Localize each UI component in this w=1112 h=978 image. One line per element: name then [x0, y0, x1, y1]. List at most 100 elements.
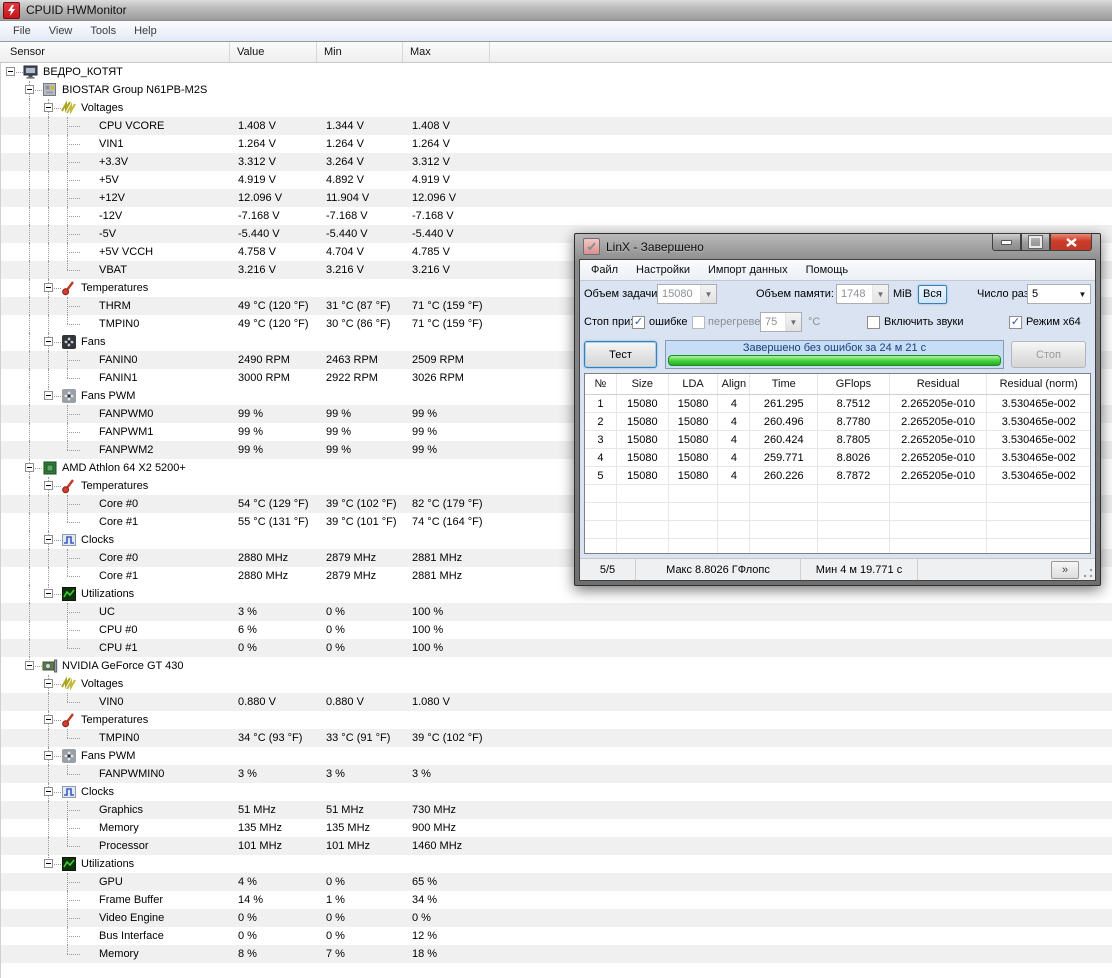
status-expand-button[interactable]: »: [1051, 561, 1079, 579]
close-button[interactable]: [1050, 233, 1092, 251]
stop-on-error-checkbox[interactable]: ✓: [632, 316, 645, 329]
linx-menu-item-файл[interactable]: Файл: [582, 261, 627, 279]
results-empty-row[interactable]: [585, 539, 1090, 554]
tree-guide: [67, 630, 80, 631]
tree-row-node[interactable]: Voltages: [1, 99, 1112, 117]
linx-menu-item-настройки[interactable]: Настройки: [627, 261, 699, 279]
linx-menu-item-импорт-данных[interactable]: Импорт данных: [699, 261, 797, 279]
tree-row-node[interactable]: Clocks: [1, 783, 1112, 801]
maximize-button[interactable]: [1021, 233, 1050, 251]
expand-toggle[interactable]: [44, 787, 53, 796]
results-empty-row[interactable]: [585, 503, 1090, 521]
tree-guide: [67, 558, 80, 559]
expand-toggle[interactable]: [44, 481, 53, 490]
memory-combo[interactable]: 1748▼: [836, 284, 889, 304]
results-cell: 15080: [669, 413, 719, 430]
menu-item-view[interactable]: View: [40, 22, 82, 40]
expand-toggle[interactable]: [44, 859, 53, 868]
problem-size-combo[interactable]: 15080▼: [657, 284, 717, 304]
expand-toggle[interactable]: [6, 67, 15, 76]
results-row[interactable]: 415080150804259.7718.80262.265205e-0103.…: [585, 449, 1090, 467]
tree-row-sensor[interactable]: +5V4.919 V4.892 V4.919 V: [1, 171, 1112, 189]
overheat-temp-combo[interactable]: 75▼: [760, 312, 802, 332]
tree-row-sensor[interactable]: Processor101 MHz101 MHz1460 MHz: [1, 837, 1112, 855]
expand-toggle[interactable]: [25, 463, 34, 472]
tree-guide: [67, 198, 80, 199]
linx-titlebar[interactable]: LinX - Завершено: [579, 234, 1096, 259]
tree-row-sensor[interactable]: TMPIN034 °C (93 °F)33 °C (91 °F)39 °C (1…: [1, 729, 1112, 747]
runs-combo[interactable]: 5▼: [1027, 284, 1091, 304]
results-empty-row[interactable]: [585, 485, 1090, 503]
tree-row-sensor[interactable]: Frame Buffer14 %1 %34 %: [1, 891, 1112, 909]
memory-value: 1748: [841, 288, 872, 300]
tree-row-sensor[interactable]: Video Engine0 %0 %0 %: [1, 909, 1112, 927]
tree-row-node[interactable]: Fans PWM: [1, 747, 1112, 765]
expand-toggle[interactable]: [44, 535, 53, 544]
results-empty-row[interactable]: [585, 521, 1090, 539]
tree-row-sensor[interactable]: CPU #10 %0 %100 %: [1, 639, 1112, 657]
tree-row-sensor[interactable]: UC3 %0 %100 %: [1, 603, 1112, 621]
tree-row-sensor[interactable]: CPU VCORE1.408 V1.344 V1.408 V: [1, 117, 1112, 135]
tree-row-sensor[interactable]: Graphics51 MHz51 MHz730 MHz: [1, 801, 1112, 819]
results-row[interactable]: 315080150804260.4248.78052.265205e-0103.…: [585, 431, 1090, 449]
tree-row-sensor[interactable]: Memory8 %7 %18 %: [1, 945, 1112, 963]
tree-row-sensor[interactable]: VIN00.880 V0.880 V1.080 V: [1, 693, 1112, 711]
sensor-min: 2879 MHz: [326, 567, 376, 585]
tree-row-node[interactable]: Utilizations: [1, 855, 1112, 873]
linx-menu-item-помощь[interactable]: Помощь: [797, 261, 858, 279]
cpu-icon: [42, 460, 58, 476]
tree-row-sensor[interactable]: GPU4 %0 %65 %: [1, 873, 1112, 891]
all-memory-button[interactable]: Вся: [918, 285, 947, 304]
menu-item-help[interactable]: Help: [125, 22, 166, 40]
tree-guide: [67, 693, 68, 702]
expand-toggle[interactable]: [44, 283, 53, 292]
expand-toggle[interactable]: [44, 103, 53, 112]
x64-mode-checkbox[interactable]: ✓: [1009, 316, 1022, 329]
results-row[interactable]: 115080150804261.2958.75122.265205e-0103.…: [585, 395, 1090, 413]
expand-toggle[interactable]: [44, 715, 53, 724]
tree-row-sensor[interactable]: +3.3V3.312 V3.264 V3.312 V: [1, 153, 1112, 171]
tree-row-sensor[interactable]: FANPWMIN03 %3 %3 %: [1, 765, 1112, 783]
expand-toggle[interactable]: [44, 391, 53, 400]
sensor-label: +5V VCCH: [99, 243, 153, 261]
expand-toggle[interactable]: [44, 337, 53, 346]
sensor-max: 12.096 V: [412, 189, 456, 207]
tree-row-sensor[interactable]: Memory135 MHz135 MHz900 MHz: [1, 819, 1112, 837]
tree-row-sensor[interactable]: CPU #06 %0 %100 %: [1, 621, 1112, 639]
results-row[interactable]: 515080150804260.2268.78722.265205e-0103.…: [585, 467, 1090, 485]
expand-toggle[interactable]: [25, 661, 34, 670]
linx-menubar: ФайлНастройкиИмпорт данныхПомощь: [580, 260, 1095, 281]
tree-row-sensor[interactable]: VIN11.264 V1.264 V1.264 V: [1, 135, 1112, 153]
enable-sounds-checkbox[interactable]: [867, 316, 880, 329]
tree-row-sensor[interactable]: Bus Interface0 %0 %12 %: [1, 927, 1112, 945]
column-header-min[interactable]: Min: [317, 42, 403, 62]
tree-row-sensor[interactable]: +12V12.096 V11.904 V12.096 V: [1, 189, 1112, 207]
tree-guide: [48, 567, 49, 585]
tree-row-node[interactable]: Voltages: [1, 675, 1112, 693]
tree-row-node[interactable]: BIOSTAR Group N61PB-M2S: [1, 81, 1112, 99]
stop-button[interactable]: Стоп: [1011, 341, 1086, 368]
sensor-max: 3.216 V: [412, 261, 450, 279]
expand-toggle[interactable]: [44, 679, 53, 688]
resize-grip-icon[interactable]: [1083, 568, 1093, 578]
results-cell: 3.530465e-002: [987, 413, 1090, 430]
tree-row-node[interactable]: NVIDIA GeForce GT 430: [1, 657, 1112, 675]
minimize-button[interactable]: [992, 233, 1021, 251]
stop-on-overheat-checkbox[interactable]: [692, 316, 705, 329]
column-header-max[interactable]: Max: [403, 42, 490, 62]
results-row[interactable]: 215080150804260.4968.77802.265205e-0103.…: [585, 413, 1090, 431]
menu-item-file[interactable]: File: [4, 22, 40, 40]
expand-toggle[interactable]: [44, 589, 53, 598]
clock-icon: [61, 784, 77, 800]
column-header-sensor[interactable]: Sensor: [0, 42, 230, 62]
test-button[interactable]: Тест: [584, 341, 657, 368]
tree-row-node[interactable]: Temperatures: [1, 711, 1112, 729]
expand-toggle[interactable]: [44, 751, 53, 760]
sensor-value: 4.919 V: [238, 171, 276, 189]
tree-row-node[interactable]: ВЕДРО_КОТЯТ: [1, 63, 1112, 81]
tree-row-sensor[interactable]: -12V-7.168 V-7.168 V-7.168 V: [1, 207, 1112, 225]
tree-row-node[interactable]: Utilizations: [1, 585, 1112, 603]
column-header-value[interactable]: Value: [230, 42, 317, 62]
expand-toggle[interactable]: [25, 85, 34, 94]
menu-item-tools[interactable]: Tools: [81, 22, 125, 40]
